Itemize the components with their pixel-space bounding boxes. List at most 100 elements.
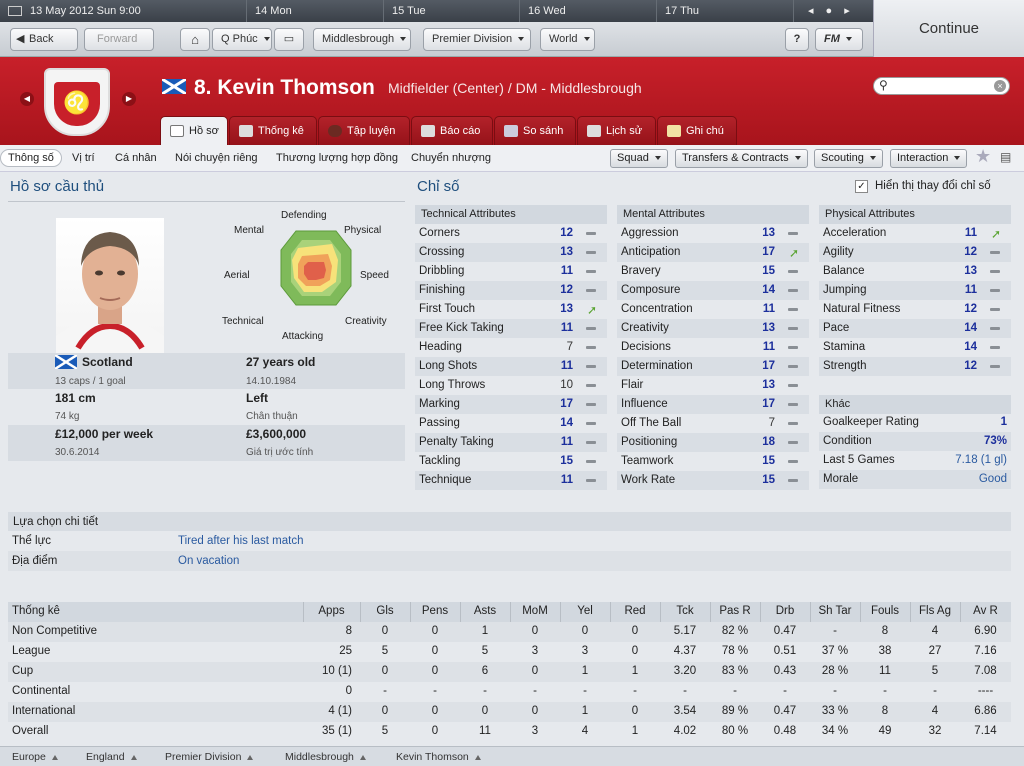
stats-row[interactable]: Non Competitive 8 0 0 1 0 0 0 5.17 82 % 0.47 - 8 4 6.9… <box>8 622 1011 642</box>
prev-day-icon[interactable]: ◂ <box>808 5 826 17</box>
stats-row[interactable]: Overall 35 (1) 5 0 11 3 4 1 4.02 80 % 0.48 34 % 49 32… <box>8 722 1011 742</box>
column-header[interactable]: Tck <box>660 605 710 617</box>
attribute-row[interactable]: First Touch 13 ➚ <box>415 300 607 319</box>
inbox-button[interactable]: ▭ <box>274 28 304 51</box>
stats-row[interactable]: Continental 0- - - - - - - - - - - - ---- <box>8 682 1011 702</box>
detail-value[interactable]: On vacation <box>178 555 239 567</box>
calendar-day[interactable]: 17 Thu <box>656 0 793 22</box>
tab-compare[interactable]: So sánh <box>494 116 576 145</box>
attribute-row[interactable]: Anticipation 17 ➚ <box>617 243 809 262</box>
interaction-menu[interactable]: Interaction <box>890 149 968 168</box>
squad-menu[interactable]: Squad <box>610 149 668 168</box>
manager-menu[interactable]: Q Phúc <box>212 28 272 51</box>
subnav-positions[interactable]: Vị trí <box>72 152 95 164</box>
column-header[interactable]: Sh Tar <box>810 605 860 617</box>
attribute-row[interactable]: Strength 12 <box>819 357 1011 376</box>
attribute-row[interactable]: Long Throws 10 <box>415 376 607 395</box>
other-attribute-row[interactable]: Last 5 Games 7.18 (1 gl) <box>819 451 1011 470</box>
subnav-contract[interactable]: Thương lượng hợp đồng <box>276 152 398 164</box>
attribute-row[interactable]: Concentration 11 <box>617 300 809 319</box>
breadcrumb-item[interactable]: Premier Division <box>165 751 254 763</box>
attribute-row[interactable]: Corners 12 <box>415 224 607 243</box>
attribute-row[interactable]: Balance 13 <box>819 262 1011 281</box>
stats-row[interactable]: League 25 5 0 5 3 3 0 4.37 78 % 0.51 37 % 38 27 7.16 <box>8 642 1011 662</box>
search-input[interactable]: ⚲ × <box>873 77 1010 95</box>
league-menu[interactable]: Premier Division <box>423 28 531 51</box>
star-icon[interactable]: ★ <box>975 146 991 167</box>
column-header[interactable]: Pens <box>410 605 460 617</box>
subnav-personal[interactable]: Cá nhân <box>115 152 157 164</box>
subnav-private-chat[interactable]: Nói chuyện riêng <box>175 152 258 164</box>
attribute-row[interactable]: Marking 17 <box>415 395 607 414</box>
attribute-row[interactable]: Technique 11 <box>415 471 607 490</box>
column-header[interactable]: Thống kê <box>12 605 60 617</box>
tab-profile[interactable]: Hồ sơ <box>160 116 228 145</box>
today-icon[interactable]: ● <box>826 5 845 17</box>
attribute-row[interactable]: Passing 14 <box>415 414 607 433</box>
breadcrumb-item[interactable]: Kevin Thomson <box>396 751 481 763</box>
calendar-day[interactable]: 14 Mon <box>246 0 383 22</box>
attribute-row[interactable]: Finishing 12 <box>415 281 607 300</box>
world-menu[interactable]: World <box>540 28 595 51</box>
column-header[interactable]: Red <box>610 605 660 617</box>
other-attribute-row[interactable]: Goalkeeper Rating 1 <box>819 413 1011 432</box>
attribute-row[interactable]: Composure 14 <box>617 281 809 300</box>
stats-row[interactable]: International 4 (1) 0 0 0 0 1 0 3.54 89 % 0.47 33 %… <box>8 702 1011 722</box>
column-header[interactable]: Yel <box>560 605 610 617</box>
column-header[interactable]: Fouls <box>860 605 910 617</box>
tab-reports[interactable]: Báo cáo <box>411 116 493 145</box>
attribute-row[interactable]: Positioning 18 <box>617 433 809 452</box>
breadcrumb-item[interactable]: Europe <box>12 751 58 763</box>
column-header[interactable]: Fls Ag <box>910 605 960 617</box>
add-note-icon[interactable]: ▤ <box>1000 150 1011 164</box>
tab-history[interactable]: Lịch sử <box>577 116 656 145</box>
attribute-row[interactable]: Crossing 13 <box>415 243 607 262</box>
attribute-row[interactable]: Bravery 15 <box>617 262 809 281</box>
forward-button[interactable]: Forward <box>84 28 154 51</box>
club-menu[interactable]: Middlesbrough <box>313 28 411 51</box>
column-header[interactable]: Av R <box>960 605 1011 617</box>
attribute-row[interactable]: Aggression 13 <box>617 224 809 243</box>
attribute-row[interactable]: Creativity 13 <box>617 319 809 338</box>
attribute-row[interactable]: Penalty Taking 11 <box>415 433 607 452</box>
attribute-row[interactable]: Tackling 15 <box>415 452 607 471</box>
attribute-row[interactable]: Determination 17 <box>617 357 809 376</box>
attribute-row[interactable]: Acceleration 11 ➚ <box>819 224 1011 243</box>
attribute-row[interactable]: Agility 12 <box>819 243 1011 262</box>
show-changes-checkbox[interactable]: ✓ <box>855 180 868 193</box>
tab-stats[interactable]: Thống kê <box>229 116 317 145</box>
subnav-attributes[interactable]: Thông số <box>0 149 62 167</box>
nationality[interactable]: Scotland <box>82 355 133 369</box>
club-crest[interactable]: ♌ <box>44 68 110 136</box>
attribute-row[interactable]: Teamwork 15 <box>617 452 809 471</box>
attribute-row[interactable]: Flair 13 <box>617 376 809 395</box>
column-header[interactable]: Apps <box>303 605 360 617</box>
home-button[interactable]: ⌂ <box>180 28 210 51</box>
other-attribute-row[interactable]: Condition 73% <box>819 432 1011 451</box>
column-header[interactable]: Pas R <box>710 605 760 617</box>
attribute-row[interactable]: Dribbling 11 <box>415 262 607 281</box>
breadcrumb-item[interactable]: Middlesbrough <box>285 751 366 763</box>
scouting-menu[interactable]: Scouting <box>814 149 883 168</box>
attribute-row[interactable]: Free Kick Taking 11 <box>415 319 607 338</box>
help-button[interactable]: ? <box>785 28 809 51</box>
column-header[interactable]: Drb <box>760 605 810 617</box>
continue-button[interactable]: Continue <box>873 0 1024 57</box>
attribute-row[interactable]: Jumping 11 <box>819 281 1011 300</box>
calendar-day[interactable]: 16 Wed <box>519 0 656 22</box>
previous-player-icon[interactable]: ◀ <box>20 92 34 106</box>
attribute-row[interactable]: Work Rate 15 <box>617 471 809 490</box>
subnav-transfer[interactable]: Chuyển nhượng <box>411 152 491 164</box>
attribute-row[interactable]: Long Shots 11 <box>415 357 607 376</box>
next-day-icon[interactable]: ▸ <box>844 5 862 17</box>
other-attribute-row[interactable]: Morale Good <box>819 470 1011 489</box>
column-header[interactable]: Asts <box>460 605 510 617</box>
breadcrumb-item[interactable]: England <box>86 751 137 763</box>
clear-search-icon[interactable]: × <box>994 80 1006 92</box>
attribute-row[interactable]: Stamina 14 <box>819 338 1011 357</box>
attribute-row[interactable]: Off The Ball 7 <box>617 414 809 433</box>
attribute-row[interactable]: Natural Fitness 12 <box>819 300 1011 319</box>
tab-notes[interactable]: Ghi chú <box>657 116 737 145</box>
attribute-row[interactable]: Influence 17 <box>617 395 809 414</box>
attribute-row[interactable]: Pace 14 <box>819 319 1011 338</box>
